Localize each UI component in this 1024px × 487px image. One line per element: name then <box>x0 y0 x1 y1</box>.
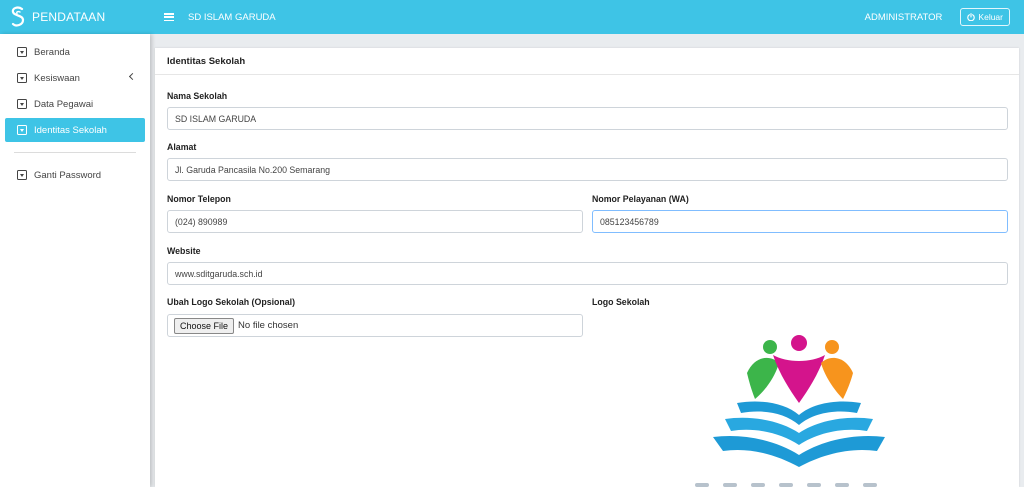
sidebar-item-label: Data Pegawai <box>34 98 94 110</box>
nomor-telepon-input[interactable] <box>167 210 583 233</box>
logout-button[interactable]: Keluar <box>960 8 1010 26</box>
file-status: No file chosen <box>238 320 299 331</box>
caret-square-down-icon <box>17 125 27 135</box>
power-icon <box>967 13 976 21</box>
logo-upload-label: Ubah Logo Sekolah (Opsional) <box>167 297 296 307</box>
caret-square-down-icon <box>17 170 27 180</box>
website-input[interactable] <box>167 262 1008 285</box>
caret-square-down-icon <box>17 47 27 57</box>
nama-sekolah-label: Nama Sekolah <box>167 91 228 101</box>
nomor-wa-label: Nomor Pelayanan (WA) <box>592 194 689 204</box>
alamat-label: Alamat <box>167 142 197 152</box>
sidebar-item-label: Beranda <box>34 46 70 58</box>
admin-label[interactable]: ADMINISTRATOR <box>865 12 943 23</box>
sidebar-item-beranda[interactable]: Beranda <box>5 40 145 64</box>
nomor-telepon-label: Nomor Telepon <box>167 194 231 204</box>
logout-label: Keluar <box>978 12 1003 22</box>
hamburger-menu-icon[interactable] <box>164 13 174 21</box>
logo-file-input[interactable]: Choose File No file chosen <box>167 314 583 337</box>
sidebar-item-ganti-password[interactable]: Ganti Password <box>5 163 145 187</box>
sidebar-item-kesiswaan[interactable]: Kesiswaan <box>5 66 145 90</box>
choose-file-button[interactable]: Choose File <box>174 317 235 334</box>
sidebar-item-identitas-sekolah[interactable]: Identitas Sekolah <box>5 118 145 142</box>
website-label: Website <box>167 246 201 256</box>
navbar-right: ADMINISTRATOR Keluar <box>865 8 1024 26</box>
brand-text: PENDATAAN <box>32 10 106 24</box>
caret-square-down-icon <box>17 99 27 109</box>
school-logo <box>695 333 905 487</box>
caret-square-down-icon <box>17 73 27 83</box>
nomor-wa-input[interactable] <box>592 210 1008 233</box>
school-identity-card: Identitas Sekolah Nama Sekolah Alamat No… <box>155 48 1019 487</box>
sidebar-item-label: Identitas Sekolah <box>34 124 107 136</box>
logo-sekolah-label: Logo Sekolah <box>592 297 650 307</box>
sidebar-item-label: Kesiswaan <box>34 72 80 84</box>
alamat-input[interactable] <box>167 158 1008 181</box>
card-title: Identitas Sekolah <box>155 48 1019 75</box>
sidebar-divider <box>14 152 136 153</box>
school-name: SD ISLAM GARUDA <box>188 11 276 23</box>
brand-logo-icon <box>11 6 25 27</box>
sidebar-item-label: Ganti Password <box>34 169 102 181</box>
sidebar-item-data-pegawai[interactable]: Data Pegawai <box>5 92 145 116</box>
nama-sekolah-input[interactable] <box>167 107 1008 130</box>
top-navbar: PENDATAAN SD ISLAM GARUDA ADMINISTRATOR … <box>0 0 1024 34</box>
school-logo-icon <box>695 335 885 487</box>
chevron-left-icon <box>128 72 137 81</box>
brand[interactable]: PENDATAAN <box>0 0 150 34</box>
sidebar: Beranda Kesiswaan Data Pegawai Identitas… <box>0 34 150 487</box>
